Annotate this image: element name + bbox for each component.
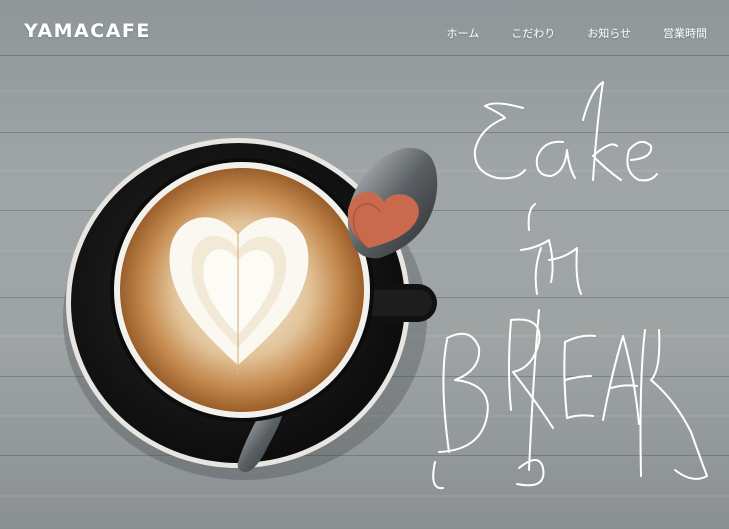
nav-item-home[interactable]: ホーム xyxy=(447,25,480,41)
nav-item-news[interactable]: お知らせ xyxy=(587,25,631,41)
nav-item-commitment[interactable]: こだわり xyxy=(511,25,555,41)
nav-item-hours[interactable]: 営業時間 xyxy=(663,25,707,41)
hero-tagline: Cake Break xyxy=(425,80,715,504)
hero-section: Cake Break xyxy=(0,0,729,529)
handwritten-cake-break-lettering xyxy=(432,81,708,490)
site-header: YAMACAFE ホーム こだわり お知らせ 営業時間 xyxy=(0,0,729,64)
site-logo[interactable]: YAMACAFE xyxy=(24,20,151,42)
main-nav: ホーム こだわり お知らせ 営業時間 xyxy=(447,25,707,41)
